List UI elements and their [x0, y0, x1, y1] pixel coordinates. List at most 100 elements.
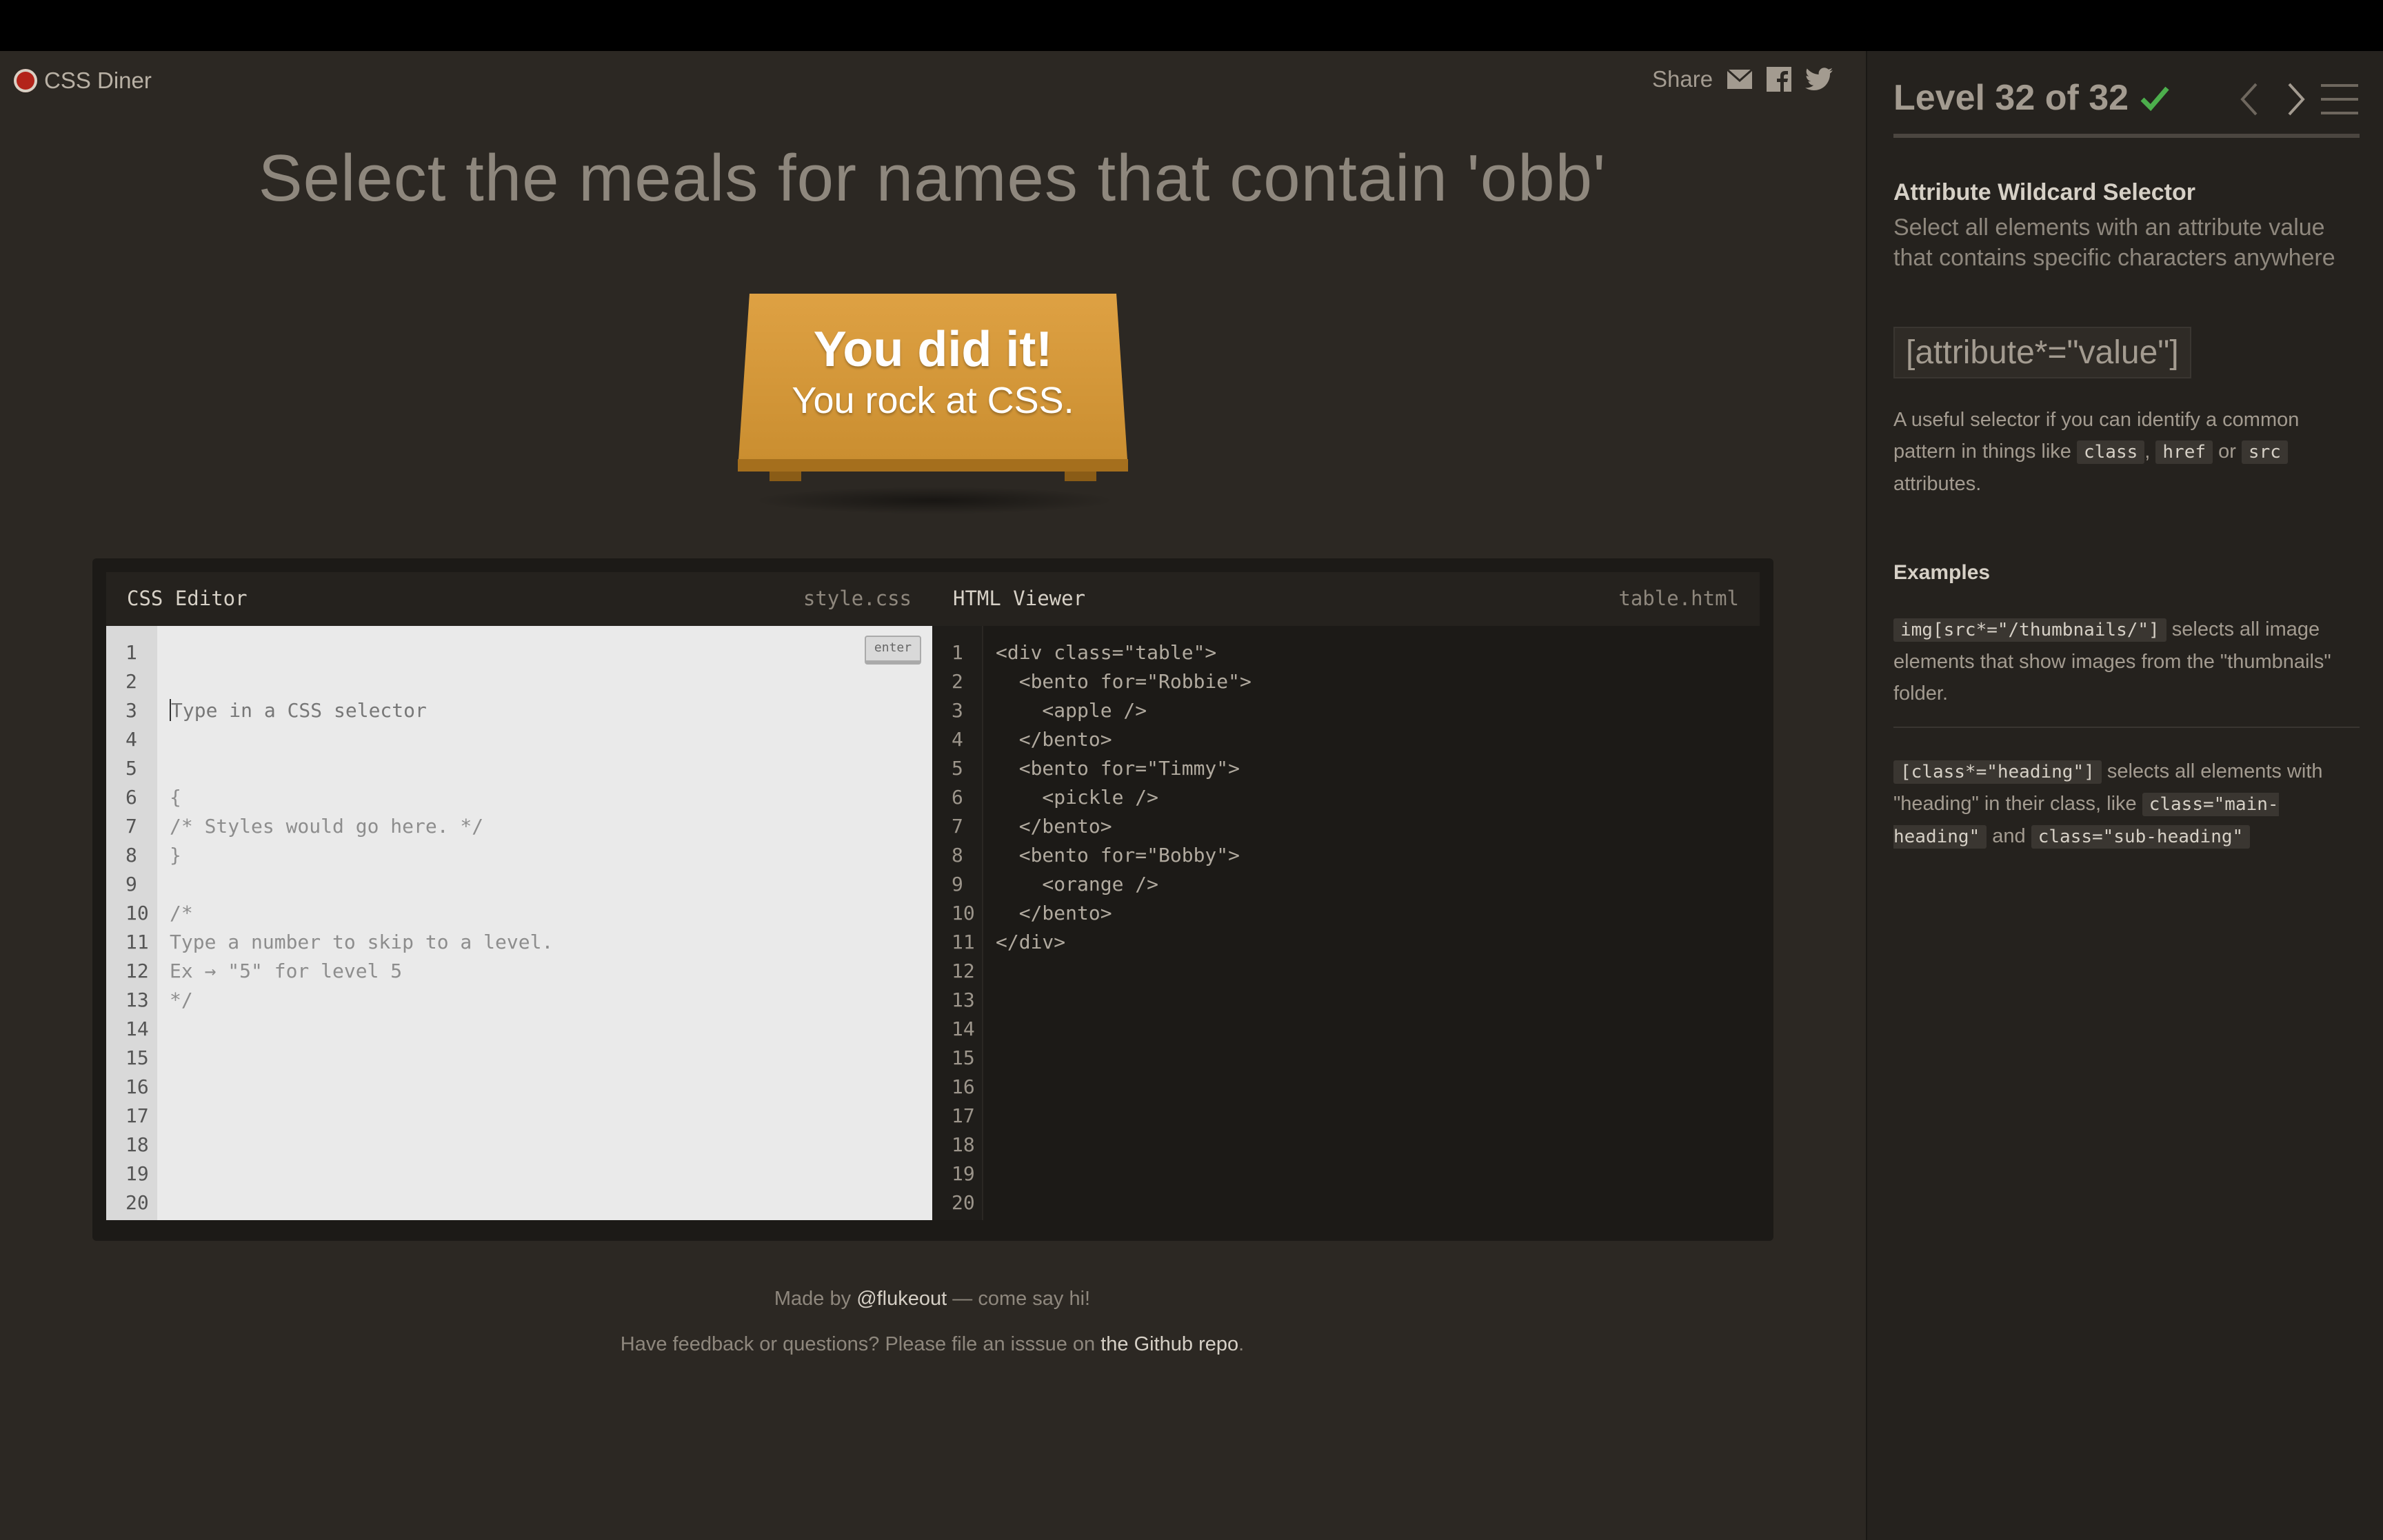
level-instruction: Select the meals for names that contain … — [258, 141, 1607, 215]
html-viewer-title: HTML Viewer — [953, 587, 1086, 610]
level-indicator[interactable]: Level 32 of 32 — [1893, 77, 2170, 119]
hint-suffix: attributes. — [1893, 473, 1982, 495]
css-line-number: 10 — [125, 902, 149, 924]
html-code-line: <bento for="Robbie"> — [996, 670, 1251, 693]
css-editor-header: CSS Editor style.css — [106, 572, 932, 626]
html-line-number: 6 — [952, 786, 963, 809]
html-code-line: <orange /> — [996, 873, 1159, 895]
css-code-line: Ex → "5" for level 5 — [170, 960, 403, 982]
css-code-line — [170, 870, 553, 899]
tag-href: href — [2155, 440, 2213, 464]
html-line-number: 17 — [952, 1104, 975, 1127]
html-line-number: 20 — [952, 1191, 975, 1214]
css-line-number: 14 — [125, 1017, 149, 1040]
tag-class: class — [2076, 440, 2145, 464]
css-code-line: /* Styles would go here. */ — [170, 815, 484, 838]
github-repo-link[interactable]: the Github repo — [1100, 1333, 1238, 1355]
selector-description: Select all elements with an attribute va… — [1893, 214, 2335, 271]
examples-heading: Examples — [1893, 561, 1991, 584]
css-line-number: 15 — [125, 1046, 149, 1069]
level-sidebar: Level 32 of 32 Attribute Wildcard Select… — [1866, 51, 2383, 1540]
html-viewer-filename: table.html — [1618, 587, 1739, 610]
facebook-icon[interactable] — [1767, 67, 1792, 92]
html-line-number: 18 — [952, 1133, 975, 1156]
css-line-number: 6 — [125, 786, 137, 809]
html-code-line: </div> — [996, 931, 1066, 953]
example-2-and: and — [1987, 825, 2031, 847]
html-viewer-header: HTML Viewer table.html — [932, 572, 1760, 626]
html-line-numbers: 1 2 3 4 5 6 7 8 9 10 11 12 13 14 15 16 17 18 19 20 — [932, 626, 983, 1220]
html-line-number: 13 — [952, 989, 975, 1011]
hint-sep: or — [2213, 440, 2242, 463]
css-code-line: } — [170, 844, 181, 867]
previous-level-icon[interactable] — [2237, 80, 2262, 119]
twitter-icon[interactable] — [1805, 68, 1833, 91]
flukeout-link[interactable]: @flukeout — [856, 1288, 947, 1310]
css-line-number: 16 — [125, 1075, 149, 1098]
example-1: img[src*="/thumbnails/"] selects all ima… — [1893, 614, 2362, 709]
share-bar: Share — [1652, 66, 1833, 92]
app: CSS Diner Share Select the meals for nam… — [0, 51, 2383, 1540]
win-subtitle: You rock at CSS. — [792, 380, 1074, 421]
example-2-code: [class*="heading"] — [1893, 760, 2102, 784]
html-code-line: <bento for="Bobby"> — [996, 844, 1240, 867]
css-line-number: 8 — [125, 844, 137, 867]
css-line-number: 11 — [125, 931, 149, 953]
css-editor-filename: style.css — [803, 587, 912, 610]
footer-made-by: Made by — [774, 1288, 857, 1310]
html-code-line: <apple /> — [996, 699, 1147, 722]
html-viewer-pane: 1 2 3 4 5 6 7 8 9 10 11 12 13 14 15 16 17 18 19 20 <div cla… — [932, 626, 1760, 1220]
html-code-line: <pickle /> — [996, 786, 1159, 809]
level-label: Level 32 of 32 — [1893, 78, 2129, 118]
level-menu-icon[interactable] — [2320, 80, 2360, 119]
css-line-number: 2 — [125, 670, 137, 693]
css-editor-pane: 1 2 3 4 5 6 7 8 9 10 11 12 13 14 15 16 17 18 19 20 Type in … — [106, 626, 932, 1220]
example-2-code-sub: class="sub-heading" — [2031, 825, 2251, 849]
hint-sep: , — [2144, 440, 2156, 463]
css-code-line: Type a number to skip to a level. — [170, 931, 554, 953]
plate-icon — [14, 69, 37, 92]
next-level-icon[interactable] — [2284, 80, 2309, 119]
html-line-number: 19 — [952, 1162, 975, 1185]
selector-syntax: [attribute*="value"] — [1893, 327, 2191, 378]
css-code-line: */ — [170, 989, 193, 1011]
table-leg-right — [1065, 472, 1096, 481]
footer-feedback-text: Have feedback or questions? Please file … — [620, 1333, 1101, 1355]
css-code-line: /* — [170, 902, 193, 924]
html-code-line: <div class="table"> — [996, 641, 1217, 664]
html-line-number: 7 — [952, 815, 963, 838]
css-line-number: 12 — [125, 960, 149, 982]
css-line-number: 1 — [125, 641, 137, 664]
app-logo[interactable]: CSS Diner — [14, 68, 152, 94]
html-line-number: 5 — [952, 757, 963, 780]
css-line-numbers: 1 2 3 4 5 6 7 8 9 10 11 12 13 14 15 16 17 18 19 20 — [106, 626, 157, 1220]
enter-button[interactable]: enter — [865, 636, 921, 665]
html-line-number: 8 — [952, 844, 963, 867]
html-line-number: 16 — [952, 1075, 975, 1098]
dinner-table: You did it! You rock at CSS. — [738, 294, 1128, 514]
css-line-number: 4 — [125, 728, 137, 751]
example-divider — [1893, 727, 2360, 728]
footer-feedback: Have feedback or questions? Please file … — [0, 1333, 1864, 1356]
example-2: [class*="heading"] selects all elements … — [1893, 756, 2362, 853]
footer-made-by-suffix: — come say hi! — [947, 1288, 1091, 1310]
html-line-number: 11 — [952, 931, 975, 953]
footer-credit: Made by @flukeout — come say hi! — [0, 1288, 1864, 1310]
tag-src: src — [2241, 440, 2288, 464]
css-line-number: 3 — [125, 699, 137, 722]
html-code-line: </bento> — [996, 815, 1112, 838]
css-selector-input[interactable]: Type in a CSS selector — [171, 699, 427, 722]
editor-window: CSS Editor style.css HTML Viewer table.h… — [92, 558, 1773, 1241]
app-name: CSS Diner — [44, 68, 152, 93]
email-icon[interactable] — [1727, 69, 1753, 90]
table-edge — [738, 459, 1128, 472]
css-line-number: 13 — [125, 989, 149, 1011]
html-line-number: 14 — [952, 1017, 975, 1040]
example-1-code: img[src*="/thumbnails/"] — [1893, 618, 2166, 642]
css-line-number: 17 — [125, 1104, 149, 1127]
footer-feedback-suffix: . — [1238, 1333, 1245, 1355]
css-code: Type in a CSS selector {/* Styles would … — [170, 638, 553, 1073]
selector-hint: A useful selector if you can identify a … — [1893, 404, 2362, 500]
css-line-number: 9 — [125, 873, 137, 895]
html-code-line: </bento> — [996, 902, 1112, 924]
